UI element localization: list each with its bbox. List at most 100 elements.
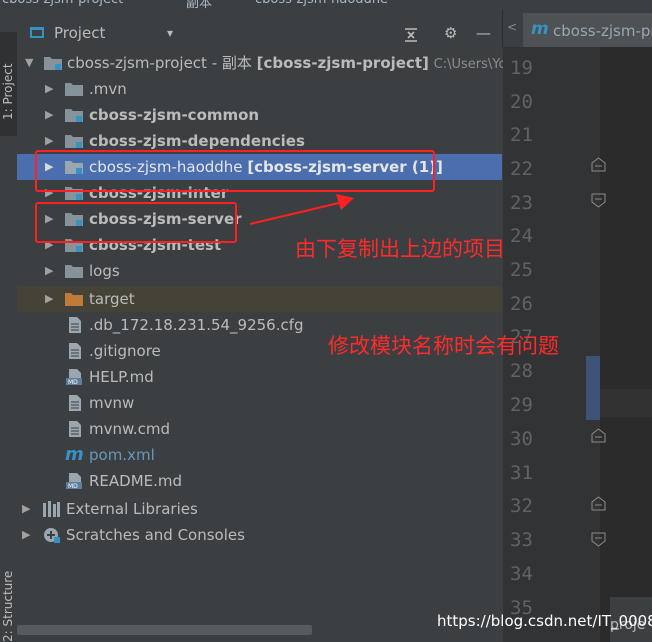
top-tab-module[interactable]: cboss-zjsm-haoddhe [255,0,388,7]
panel-horizontal-scrollbar[interactable] [17,625,312,635]
line-number: 32 [510,495,533,517]
tree-external-libraries[interactable]: ▶ External Libraries [17,496,502,522]
tree-item-label: target [89,290,135,308]
tree-item-label: .gitignore [89,342,161,360]
annotation-box-source-module [35,202,237,243]
tree-item-mvnw[interactable]: mvnw [17,390,502,416]
editor-tab-bar: < m cboss-zjsm-pr [502,10,652,47]
project-folder-icon [30,27,44,38]
svg-text:MD: MD [68,483,78,489]
orange-folder-icon [65,293,83,306]
line-number: 19 [510,57,533,79]
maven-icon: m [65,444,84,465]
collapsed-arrow-icon[interactable]: ▶ [22,496,30,522]
project-tool-tab[interactable]: 1: Project [0,32,17,136]
collapsed-arrow-icon[interactable]: ▶ [45,76,53,102]
collapsed-arrow-icon[interactable]: ▶ [45,102,53,128]
line-number: 26 [510,293,533,315]
project-panel: Project ▾ ⚙ — ▼ cboss-zjsm-project - 副本 … [17,10,506,642]
editor-tab-pom[interactable]: m cboss-zjsm-pr [523,13,652,47]
svg-text:MD: MD [68,379,78,385]
editor-code-area[interactable]: proje [600,47,652,642]
line-number: 21 [510,124,533,146]
tree-item-help-md[interactable]: MD HELP.md [17,364,502,390]
gear-icon[interactable]: ⚙ [444,24,457,42]
module-folder-icon [65,135,83,148]
line-number: 23 [510,192,533,214]
markdown-icon: MD [66,369,82,385]
fold-open-icon[interactable] [591,157,606,172]
line-number: 20 [510,91,533,113]
current-line-highlight [600,389,652,417]
tree-item-pom[interactable]: m pom.xml [17,442,502,468]
root-name: cboss-zjsm-project - 副本 [67,54,252,72]
tree-scratches[interactable]: ▶ Scratches and Consoles [17,522,502,548]
tree-item-target[interactable]: ▶ target [17,286,502,312]
annotation-rename-note: 修改模块名称时会有问题 [328,334,559,358]
line-number: 29 [510,394,533,416]
tree-item-label: HELP.md [89,368,154,386]
tree-item-label: pom.xml [89,446,155,464]
tree-item-label: mvnw [89,394,135,412]
root-path: C:\Users\Yo [433,57,507,72]
fold-open-icon[interactable] [591,496,606,511]
editor-tab-label: cboss-zjsm-pr [553,22,652,40]
watermark: https://blog.csdn.net/IT_0008 [437,612,652,630]
annotation-copy-note: 由下复制出上边的项目 [295,237,505,261]
tree-item-label: cboss-zjsm-common [89,106,260,124]
line-number: 28 [510,360,533,382]
module-folder-icon [65,109,83,122]
maven-icon: m [531,19,549,39]
tree-item-readme[interactable]: MD README.md [17,468,502,494]
library-icon [43,501,60,517]
tree-root[interactable]: ▼ cboss-zjsm-project - 副本 [cboss-zjsm-pr… [17,50,506,76]
project-panel-header: Project ▾ ⚙ — [17,21,502,47]
line-number: 30 [510,428,533,450]
fold-end-icon[interactable] [591,193,606,208]
line-number: 24 [510,225,533,247]
tree-item-label: .db_172.18.231.54_9256.cfg [89,316,304,334]
file-icon [69,317,81,333]
tree-item-mvnw-cmd[interactable]: mvnw.cmd [17,416,502,442]
tree-item-label: README.md [89,472,183,490]
file-icon [69,421,81,437]
annotation-box-copied-module [35,150,435,192]
annotation-arrow-icon [249,194,354,225]
tree-item-label: mvnw.cmd [89,420,171,438]
collapsed-arrow-icon[interactable]: ▶ [45,286,53,312]
root-module: [cboss-zjsm-project] [256,54,429,72]
top-tab-project[interactable]: cboss-zjsm-project [2,0,123,7]
tree-item-mvn[interactable]: ▶ .mvn [17,76,502,102]
panel-title[interactable]: Project [54,24,105,42]
line-number: 31 [510,462,533,484]
tree-item-label: logs [89,262,120,280]
scratches-icon [44,528,60,543]
collapse-all-icon[interactable] [403,27,419,43]
line-number: 25 [510,259,533,281]
file-icon [69,395,81,411]
markdown-icon: MD [66,473,82,489]
collapsed-arrow-icon[interactable]: ▶ [45,258,53,284]
expand-arrow-icon[interactable]: ▼ [25,50,33,76]
left-tool-strip: 1: Project 2: Structure [0,10,18,642]
file-icon [69,343,81,359]
tree-item-label: .mvn [89,80,127,98]
folder-icon [65,265,83,278]
fold-end-icon[interactable] [591,532,606,547]
line-number: 22 [510,158,533,180]
view-dropdown-icon[interactable]: ▾ [167,26,173,40]
minus-icon[interactable]: — [476,24,491,42]
fold-open-icon[interactable] [591,428,606,443]
collapsed-arrow-icon[interactable]: ▶ [22,522,30,548]
folder-icon [65,83,83,96]
editor-scroll-marker [586,356,600,420]
structure-tool-tab[interactable]: 2: Structure [1,571,15,642]
project-tool-tab-label: 1: Project [1,63,15,120]
tree-item-common[interactable]: ▶ cboss-zjsm-common [17,102,502,128]
tab-scroll-left-icon[interactable]: < [507,20,517,34]
external-libraries-label: External Libraries [66,500,198,518]
module-folder-icon [44,57,62,70]
line-number: 34 [510,563,533,585]
line-number: 33 [510,529,533,551]
scratches-label: Scratches and Consoles [66,526,245,544]
